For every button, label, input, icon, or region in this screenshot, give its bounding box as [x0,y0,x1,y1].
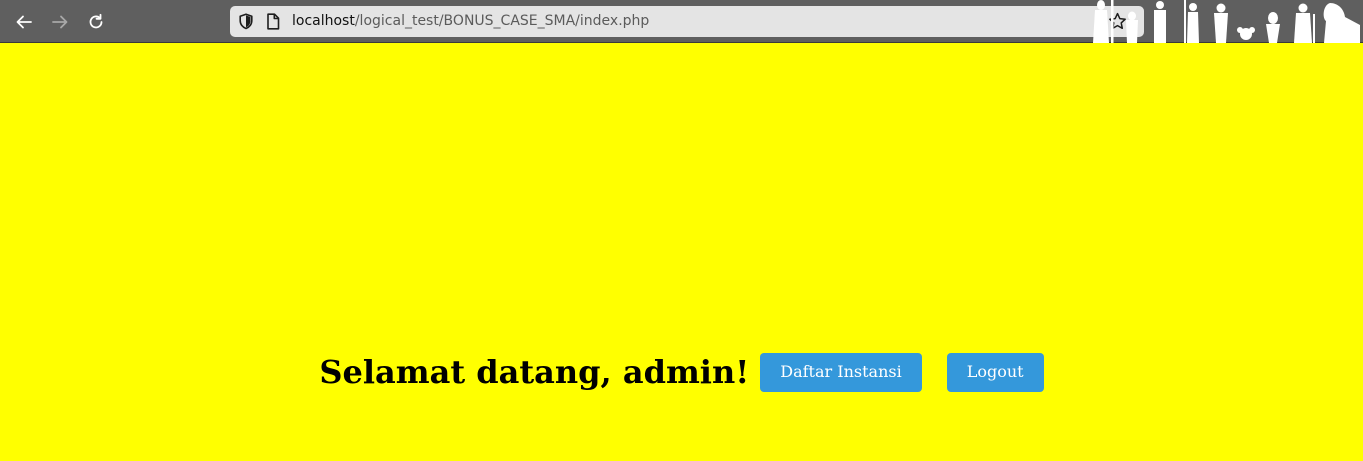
page-content: Selamat datang, admin! Daftar Instansi L… [0,43,1363,461]
url-path: /logical_test/BONUS_CASE_SMA/index.php [354,13,650,29]
back-arrow-icon [16,15,32,29]
forward-button[interactable] [46,8,74,36]
reload-button[interactable] [82,8,110,36]
forward-arrow-icon [52,15,68,29]
welcome-heading: Selamat datang, admin! [319,353,750,391]
back-button[interactable] [10,8,38,36]
welcome-row: Selamat datang, admin! Daftar Instansi L… [0,352,1363,392]
reload-icon [89,13,103,29]
daftar-instansi-button[interactable]: Daftar Instansi [760,352,922,392]
browser-theme-silhouettes [1090,0,1363,43]
url-host: localhost [292,13,355,29]
logout-button[interactable]: Logout [946,352,1044,392]
shield-icon[interactable] [238,13,254,34]
url-text[interactable]: localhost/logical_test/BONUS_CASE_SMA/in… [292,12,649,31]
page-icon [266,13,280,34]
address-bar[interactable]: localhost/logical_test/BONUS_CASE_SMA/in… [230,6,1144,37]
browser-toolbar: localhost/logical_test/BONUS_CASE_SMA/in… [0,0,1363,43]
